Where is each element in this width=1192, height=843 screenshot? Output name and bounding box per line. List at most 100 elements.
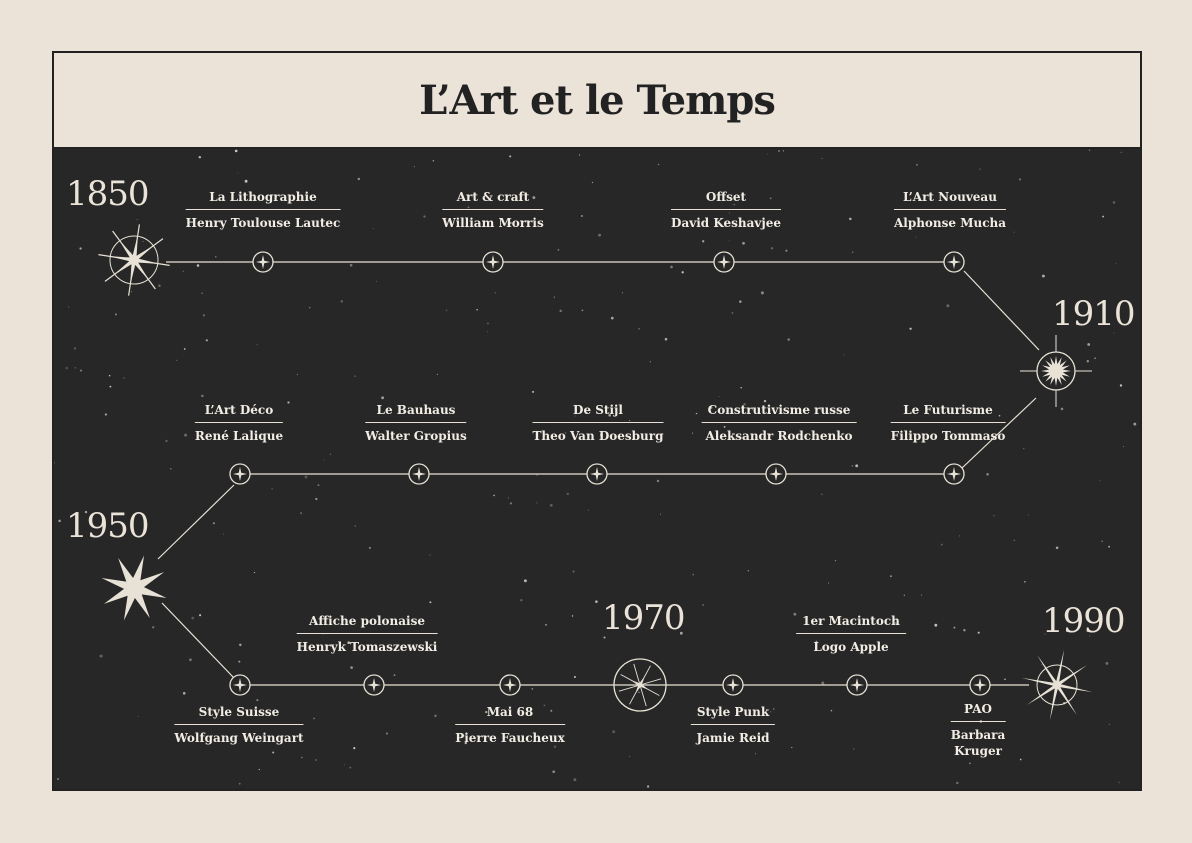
background-star [349,766,352,769]
event-lithographie: La Lithographie Henry Toulouse Lautec [185,190,341,230]
timeline-node [499,674,521,696]
background-star [766,153,768,155]
artist-label: Theo Van Doesburg [532,429,664,443]
background-star [778,150,780,152]
timeline-line-to-1950 [157,484,235,560]
event-art-deco: L’Art Déco René Lalique [194,403,284,443]
background-star [184,433,188,437]
movement-label: L’Art Déco [204,403,274,417]
background-star [610,316,614,320]
background-star [436,373,438,375]
background-star [315,759,317,761]
background-star [621,292,623,294]
movement-label: Affiche polonaise [309,614,425,628]
timeline-node [943,463,965,485]
timeline-node [713,251,735,273]
event-art-nouveau: L’Art Nouveau Alphonse Mucha [893,190,1007,230]
background-star [1105,661,1109,665]
background-star [580,215,583,217]
background-star [350,666,353,669]
timeline-line-from-1950 [161,602,235,679]
background-star [212,522,215,525]
background-star [959,535,961,537]
background-star [969,762,971,765]
background-star [821,493,823,495]
background-star [54,461,55,464]
movement-label: Style Suisse [198,705,280,719]
background-star [142,241,144,243]
background-star [357,177,361,181]
background-star [323,459,325,461]
background-star [99,654,103,658]
artist-label: Jamie Reid [696,731,770,745]
background-star [1102,215,1105,218]
background-star [151,626,155,629]
artist-label: William Morris [442,216,544,230]
background-star [828,582,829,584]
background-star [692,432,693,434]
background-star [553,745,557,748]
background-star [73,347,77,350]
year-1910: 1910 [1052,294,1136,334]
background-star [852,251,854,253]
artist-label: Henry Toulouse Lautec [185,216,341,230]
background-star [239,643,242,647]
background-star [313,717,316,720]
background-star [834,559,837,562]
background-star [647,785,650,788]
background-star [244,179,248,183]
background-star [123,377,125,379]
background-star [1108,723,1110,726]
background-star [598,233,601,237]
background-star [237,172,239,174]
timeline-node [408,463,430,485]
eight-point-star-icon [101,555,167,621]
background-star [315,497,318,501]
background-star [785,249,788,252]
background-star [1119,384,1123,387]
artist-label: Wolfgang Weingart [174,731,304,745]
background-star [1088,149,1091,151]
background-star [494,291,497,294]
background-star [205,339,208,342]
background-star [993,515,995,517]
background-star [659,513,662,515]
background-star [629,755,631,757]
event-de-stijl: De Stijl Theo Van Doesburg [532,403,664,443]
movement-label: Construtivisme russe [707,403,851,417]
event-offset: Offset David Keshavjee [671,190,781,230]
timeline-node [252,251,274,273]
background-star [787,338,790,341]
background-star [201,292,204,295]
background-star [393,674,396,677]
background-star [1022,447,1025,450]
background-star [196,264,200,267]
background-star [429,601,432,604]
background-star [739,300,742,303]
background-star [79,247,82,250]
background-star [158,284,161,287]
background-star [354,375,356,377]
background-star [509,155,512,158]
background-star [317,484,320,487]
artist-label: Aleksandr Rodchenko [705,429,853,443]
background-star [695,412,698,415]
background-star [429,554,431,556]
artist-label: Walter Gropius [365,429,467,443]
background-star [108,374,111,377]
background-star [1060,407,1064,411]
movement-label: PAO [964,702,992,716]
background-star [573,778,577,782]
event-macintoch: 1er Macintoch Logo Apple [796,614,906,654]
background-star [1087,343,1091,346]
background-star [760,291,764,295]
background-star [1018,178,1022,181]
background-star [1055,546,1059,550]
background-star [545,624,547,626]
background-star [58,519,61,523]
background-star [189,658,192,662]
movement-label: Le Bauhaus [376,403,456,417]
background-star [821,681,825,685]
background-star [381,396,384,400]
event-style-suisse: Style Suisse Wolfgang Weingart [174,705,304,745]
